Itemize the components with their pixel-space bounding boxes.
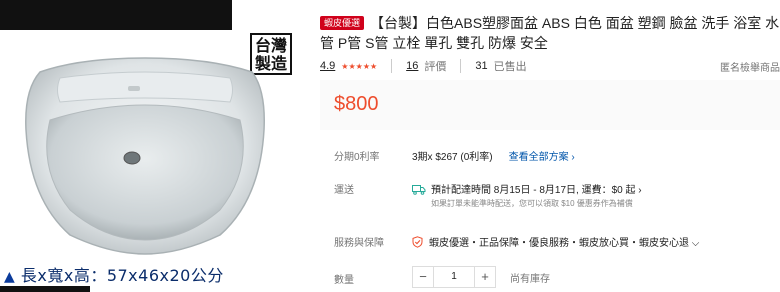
divider [391,59,393,73]
report-product-link[interactable]: 匿名檢舉商品 [720,59,780,74]
view-all-plans-link[interactable]: 查看全部方案 › [509,152,575,163]
image-top-banner-gap [232,0,298,30]
sold-count: 31 [475,60,488,72]
installment-value: 3期x $267 (0利率) [412,152,493,163]
shield-check-icon [412,236,423,248]
quantity-stepper: − 1 + 尚有庫存 [412,266,550,288]
shipping-value-wrap[interactable]: 預計配達時間 8月15日 - 8月17日, 運費：$0 起 › [412,181,642,196]
reviews-label: 評價 [424,61,447,73]
dimensions-caption: ▲ 長x寬x高：57x46x20公分 [4,262,224,286]
divider [460,59,462,73]
price-section: $800 [320,80,780,130]
rating-value[interactable]: 4.9 [320,60,335,72]
product-title: 蝦皮優選 【台製】白色ABS塑膠面盆 ABS 白色 面盆 塑鋼 臉盆 洗手 浴室 … [320,13,780,53]
product-title-text: 【台製】白色ABS塑膠面盆 ABS 白色 面盆 塑鋼 臉盆 洗手 浴室 水管 P… [320,15,780,51]
shipping-note: 如果訂單未能準時配送，您可以領取 $10 優惠券作為補償 [431,199,633,208]
rating-stats-bar: 4.9 ★★★★★ 16 評價 31 已售出 匿名檢舉商品 [320,58,780,74]
sold-label: 已售出 [493,61,527,73]
image-bottom-bar [0,286,90,292]
quantity-input[interactable]: 1 [434,266,474,288]
quantity-label: 數量 [334,275,354,286]
product-details: 蝦皮優選 【台製】白色ABS塑膠面盆 ABS 白色 面盆 塑鋼 臉盆 洗手 浴室 … [320,0,780,292]
triangle-marker-icon: ▲ [4,269,16,285]
installment-value-wrap: 3期x $267 (0利率) 查看全部方案 › [412,148,575,163]
quantity-increment-button[interactable]: + [474,266,496,288]
installment-label: 分期0利率 [334,152,380,163]
dimensions-text: 長x寬x高：57x46x20公分 [20,266,224,285]
shipping-value: 預計配達時間 8月15日 - 8月17日, 運費：$0 起 › [431,185,642,196]
truck-icon [412,185,426,195]
wash-basin-illustration [25,57,265,255]
product-price: $800 [334,93,379,115]
services-value-wrap[interactable]: 蝦皮優選・正品保障・優良服務・蝦皮放心買・蝦皮安心退 ⌵ [412,234,699,249]
stock-status: 尚有庫存 [510,273,550,285]
services-value: 蝦皮優選・正品保障・優良服務・蝦皮放心買・蝦皮安心退 ⌵ [429,238,700,249]
services-label: 服務與保障 [334,238,384,249]
product-image[interactable]: 台灣 製造 ▲ 長x寬x高：57x46x20公分 [0,0,298,292]
preferred-badge: 蝦皮優選 [320,16,365,30]
rating-stars-icon: ★★★★★ [341,61,378,71]
reviews-count[interactable]: 16 [406,60,418,72]
quantity-decrement-button[interactable]: − [412,266,434,288]
shipping-label: 運送 [334,185,354,196]
